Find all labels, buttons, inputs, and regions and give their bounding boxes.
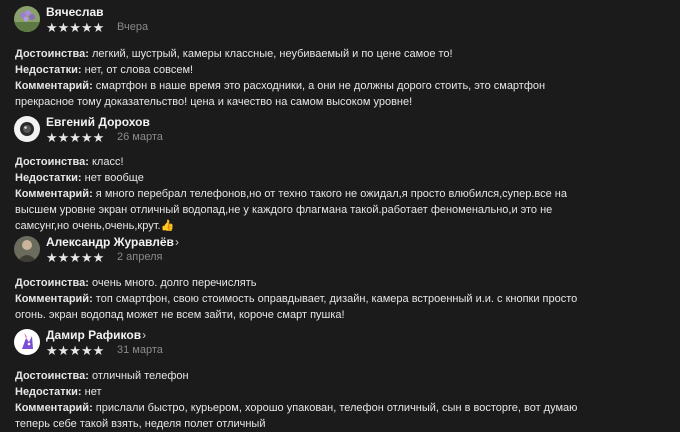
rating-stars: ★★★★★ (46, 343, 105, 358)
cons-line: Недостатки: нет, от слова совсем! (15, 64, 194, 76)
chevron-right-icon: › (174, 235, 179, 249)
comment-line: Комментарий: топ смартфон, свою стоимост… (15, 293, 578, 305)
rating-stars: ★★★★★ (46, 20, 105, 35)
author-name[interactable]: Александр Журавлёв› (46, 235, 179, 249)
review-card: Дамир Рафиков› ★★★★★ 31 марта Достоинств… (13, 328, 663, 430)
rating-stars: ★★★★★ (46, 250, 105, 265)
author-name[interactable]: Дамир Рафиков› (46, 328, 146, 342)
review-card: Евгений Дорохов ★★★★★ 26 марта Достоинст… (13, 115, 663, 232)
rating-stars: ★★★★★ (46, 130, 105, 145)
review-card: Вячеслав ★★★★★ Вчера Достоинства: легкий… (13, 5, 663, 108)
comment-line: самсунг,но очень,очень,крут.👍 (15, 220, 175, 232)
review-date: 26 марта (117, 131, 163, 143)
pros-line: Достоинства: легкий, шустрый, камеры кла… (15, 48, 453, 60)
author-name[interactable]: Вячеслав (46, 5, 105, 19)
comment-line: огонь. экран водопад может не всем зайти… (15, 309, 345, 321)
cons-line: Недостатки: нет вообще (15, 172, 144, 184)
comment-line: Комментарий: я много перебрал телефонов,… (15, 188, 567, 200)
comment-line: теперь себе такой взять, неделя полет от… (15, 418, 266, 430)
avatar-lavender-icon[interactable] (14, 6, 40, 32)
review-date: Вчера (117, 21, 149, 33)
review-date: 2 апреля (117, 251, 163, 263)
comment-line: Комментарий: смартфон в наше время это р… (15, 80, 546, 92)
pros-line: Достоинства: класс! (15, 156, 124, 168)
avatar-person-icon[interactable] (14, 236, 40, 262)
pros-line: Достоинства: отличный телефон (15, 370, 189, 382)
author-name[interactable]: Евгений Дорохов (46, 115, 151, 129)
pros-line: Достоинства: очень много. долго перечисл… (15, 277, 257, 289)
chevron-right-icon: › (142, 328, 147, 342)
comment-line: высшем уровне экран отличный водопад,не … (15, 204, 553, 216)
comment-line: Комментарий: прислали быстро, курьером, … (15, 402, 578, 414)
review-date: 31 марта (117, 344, 163, 356)
cons-line: Недостатки: нет (15, 386, 102, 398)
avatar-camera-icon[interactable] (14, 116, 40, 142)
comment-line: прекрасное тому доказательство! цена и к… (15, 96, 413, 108)
review-card: Александр Журавлёв› ★★★★★ 2 апреля Досто… (13, 235, 663, 321)
avatar-unicorn-icon[interactable] (14, 329, 40, 355)
